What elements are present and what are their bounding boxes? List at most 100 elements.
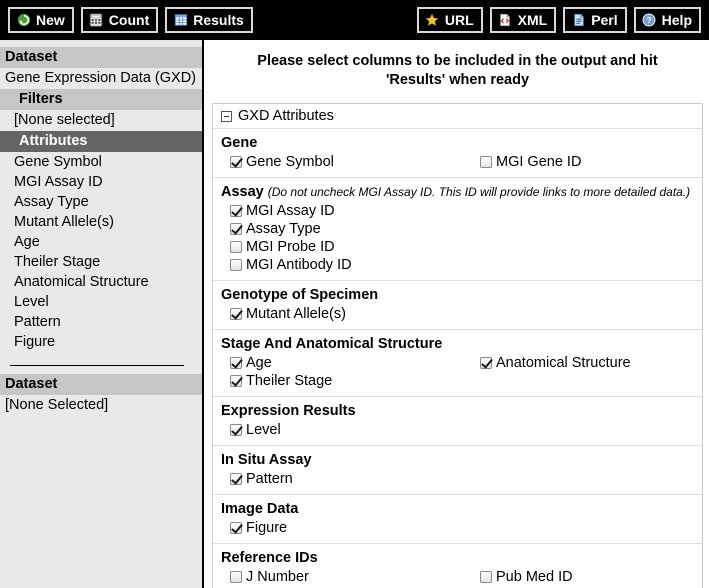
checkbox-row-mgi-assay-id[interactable]: MGI Assay ID — [221, 202, 471, 220]
sidebar-dataset2-value[interactable]: [None Selected] — [0, 395, 202, 416]
column-left: Level — [221, 421, 471, 439]
column-left: Pattern — [221, 470, 471, 488]
sidebar-dataset2-header: Dataset — [0, 374, 202, 395]
checkbox-row-anatomical-structure[interactable]: Anatomical Structure — [471, 354, 701, 372]
section-image-data: Image Data Figure — [213, 495, 702, 544]
checkbox-label: Figure — [246, 520, 288, 536]
checkbox-row-level[interactable]: Level — [221, 421, 471, 439]
section-title-text: Gene — [221, 135, 258, 151]
sidebar-item-theiler-stage[interactable]: Theiler Stage — [0, 252, 202, 272]
checkbox-label: Theiler Stage — [246, 373, 333, 389]
sidebar-item-anatomical-structure[interactable]: Anatomical Structure — [0, 272, 202, 292]
sidebar-item-mgi-assay-id[interactable]: MGI Assay ID — [0, 172, 202, 192]
section-title-text: Stage And Anatomical Structure — [221, 336, 443, 352]
checkbox-row-figure[interactable]: Figure — [221, 519, 471, 537]
checkbox-unchecked-icon[interactable] — [230, 241, 242, 253]
checkbox-label: Pub Med ID — [496, 569, 573, 585]
checkbox-row-assay-type[interactable]: Assay Type — [221, 220, 471, 238]
column-right — [471, 519, 701, 537]
checkbox-row-age[interactable]: Age — [221, 354, 471, 372]
column-left: J Number — [221, 568, 471, 586]
checkbox-label: Gene Symbol — [246, 154, 334, 170]
column-left: Mutant Allele(s) — [221, 305, 471, 323]
sidebar-filters-header: Filters — [0, 89, 202, 110]
checkbox-row-gene-symbol[interactable]: Gene Symbol — [221, 153, 471, 171]
sidebar-dataset-value[interactable]: Gene Expression Data (GXD) — [0, 68, 202, 89]
section-reference-ids: Reference IDs J Number Pub Med ID — [213, 544, 702, 588]
section-stage-and-anatomical-structure: Stage And Anatomical Structure Age Theiler… — [213, 330, 702, 397]
url-button[interactable]: URL — [416, 7, 483, 33]
section-title: Gene — [221, 134, 702, 152]
section-title-text: Reference IDs — [221, 550, 318, 566]
section-title: In Situ Assay — [221, 451, 702, 469]
checkbox-unchecked-icon[interactable] — [230, 571, 242, 583]
sidebar-item-pattern[interactable]: Pattern — [0, 312, 202, 332]
checkbox-checked-icon[interactable] — [230, 522, 242, 534]
checkbox-checked-icon[interactable] — [230, 205, 242, 217]
help-button[interactable]: ? Help — [633, 7, 701, 33]
calculator-icon — [89, 12, 104, 27]
new-button-label: New — [36, 11, 65, 28]
help-button-label: Help — [661, 11, 692, 28]
section-title-text: Genotype of Specimen — [221, 287, 379, 303]
checkbox-unchecked-icon[interactable] — [480, 156, 492, 168]
checkbox-label: MGI Gene ID — [496, 154, 582, 170]
star-icon — [425, 12, 440, 27]
sidebar-item-mutant-alleles[interactable]: Mutant Allele(s) — [0, 212, 202, 232]
sidebar-item-figure[interactable]: Figure — [0, 332, 202, 352]
question-circle-icon: ? — [642, 12, 657, 27]
section-gene: Gene Gene Symbol MGI Gene ID — [213, 129, 702, 178]
checkbox-checked-icon[interactable] — [230, 357, 242, 369]
checkbox-unchecked-icon[interactable] — [230, 259, 242, 271]
checkbox-label: MGI Antibody ID — [246, 257, 352, 273]
sidebar-item-assay-type[interactable]: Assay Type — [0, 192, 202, 212]
checkbox-row-mgi-gene-id[interactable]: MGI Gene ID — [471, 153, 701, 171]
perl-document-icon — [571, 12, 586, 27]
toolbar-right-group: URL XML Perl ? Help — [416, 0, 701, 40]
checkbox-row-mgi-antibody-id[interactable]: MGI Antibody ID — [221, 256, 471, 274]
count-button[interactable]: Count — [80, 7, 159, 33]
results-button[interactable]: Results — [165, 7, 253, 33]
section-assay: Assay (Do not uncheck MGI Assay ID. This… — [213, 178, 702, 281]
checkbox-checked-icon[interactable] — [230, 375, 242, 387]
sidebar-dataset-header: Dataset — [0, 47, 202, 68]
checkbox-rows: Level — [221, 421, 702, 439]
new-button[interactable]: New — [8, 7, 74, 33]
sidebar-item-age[interactable]: Age — [0, 232, 202, 252]
xml-button-label: XML — [517, 11, 548, 28]
section-title: Expression Results — [221, 402, 702, 420]
checkbox-label: MGI Probe ID — [246, 239, 335, 255]
collapse-minus-icon[interactable] — [221, 110, 232, 122]
checkbox-checked-icon[interactable] — [230, 156, 242, 168]
checkbox-row-mutant-allele-s[interactable]: Mutant Allele(s) — [221, 305, 471, 323]
sidebar-filters-value[interactable]: [None selected] — [0, 110, 202, 131]
checkbox-label: Anatomical Structure — [496, 355, 631, 371]
sidebar-divider — [10, 365, 184, 366]
checkbox-row-j-number[interactable]: J Number — [221, 568, 471, 586]
perl-button[interactable]: Perl — [563, 7, 627, 33]
column-right: MGI Gene ID — [471, 153, 701, 171]
checkbox-row-theiler-stage[interactable]: Theiler Stage — [221, 372, 471, 390]
panel-header[interactable]: GXD Attributes — [213, 104, 702, 129]
checkbox-rows: MGI Assay ID Assay Type MGI Probe ID MGI An… — [221, 202, 702, 274]
checkbox-row-pub-med-id[interactable]: Pub Med ID — [471, 568, 701, 586]
checkbox-checked-icon[interactable] — [230, 308, 242, 320]
xml-button[interactable]: XML — [489, 7, 557, 33]
sidebar-attributes-header[interactable]: Attributes — [0, 131, 202, 152]
checkbox-checked-icon[interactable] — [230, 424, 242, 436]
section-title-text: Image Data — [221, 501, 299, 517]
checkbox-checked-icon[interactable] — [230, 473, 242, 485]
checkbox-row-pattern[interactable]: Pattern — [221, 470, 471, 488]
svg-text:?: ? — [647, 15, 652, 25]
checkbox-checked-icon[interactable] — [480, 357, 492, 369]
checkbox-checked-icon[interactable] — [230, 223, 242, 235]
xml-document-icon — [498, 12, 513, 27]
checkbox-row-mgi-probe-id[interactable]: MGI Probe ID — [221, 238, 471, 256]
checkbox-label: J Number — [246, 569, 309, 585]
sidebar-item-level[interactable]: Level — [0, 292, 202, 312]
checkbox-unchecked-icon[interactable] — [480, 571, 492, 583]
column-left: MGI Assay ID Assay Type MGI Probe ID MGI An… — [221, 202, 471, 274]
checkbox-rows: Pattern — [221, 470, 702, 488]
refresh-circle-icon — [16, 12, 31, 27]
sidebar-item-gene-symbol[interactable]: Gene Symbol — [0, 152, 202, 172]
